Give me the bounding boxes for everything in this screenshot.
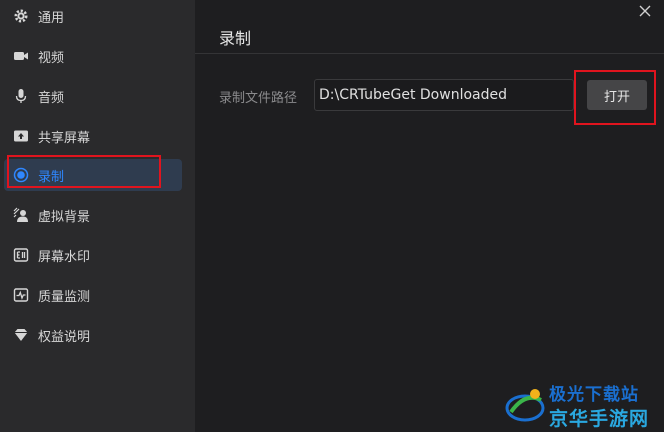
sidebar-item-general[interactable]: 通用 (4, 0, 182, 32)
diamond-icon (12, 326, 30, 344)
sidebar-item-label: 录制 (38, 169, 65, 185)
open-folder-button[interactable]: 打开 (587, 80, 647, 110)
title-divider (195, 53, 664, 54)
sidebar-item-audio[interactable]: 音频 (4, 80, 182, 112)
sidebar-item-label: 音频 (38, 90, 65, 106)
sidebar-item-record[interactable]: 录制 (4, 159, 182, 191)
settings-sidebar: 通用 视频 音频 共享屏幕 录制 虚拟背景 屏幕水印 质量监测 权益说明 (0, 0, 195, 432)
sidebar-item-benefits[interactable]: 权益说明 (4, 319, 182, 351)
sidebar-item-label: 虚拟背景 (38, 209, 91, 225)
recording-path-input[interactable] (314, 79, 574, 111)
virtual-background-icon (12, 206, 30, 224)
watermark-icon (12, 246, 30, 264)
sidebar-item-quality-monitor[interactable]: 质量监测 (4, 279, 182, 311)
sidebar-item-video[interactable]: 视频 (4, 40, 182, 72)
watermark-bottom-text: 京华手游网 (549, 408, 650, 430)
sidebar-item-label: 权益说明 (38, 329, 91, 345)
sidebar-item-label: 视频 (38, 50, 65, 66)
watermark-top-text: 极光下载站 (549, 385, 639, 405)
sidebar-item-screen-watermark[interactable]: 屏幕水印 (4, 239, 182, 271)
close-button[interactable] (636, 3, 654, 21)
gear-icon (12, 7, 30, 25)
sidebar-item-label: 通用 (38, 10, 65, 26)
sidebar-item-label: 质量监测 (38, 289, 91, 305)
pulse-icon (12, 286, 30, 304)
watermark-logo-icon (505, 389, 545, 422)
sidebar-item-share-screen[interactable]: 共享屏幕 (4, 120, 182, 152)
page-title: 录制 (219, 29, 252, 48)
close-icon (639, 5, 651, 17)
sidebar-item-label: 屏幕水印 (38, 249, 91, 265)
microphone-icon (12, 87, 30, 105)
record-icon (12, 166, 30, 184)
sidebar-item-virtual-background[interactable]: 虚拟背景 (4, 199, 182, 231)
share-screen-icon (12, 127, 30, 145)
sidebar-item-label: 共享屏幕 (38, 130, 91, 146)
camera-icon (12, 47, 30, 65)
recording-path-label: 录制文件路径 (219, 91, 298, 106)
site-watermark: 极光下载站 京华手游网 (505, 380, 664, 432)
